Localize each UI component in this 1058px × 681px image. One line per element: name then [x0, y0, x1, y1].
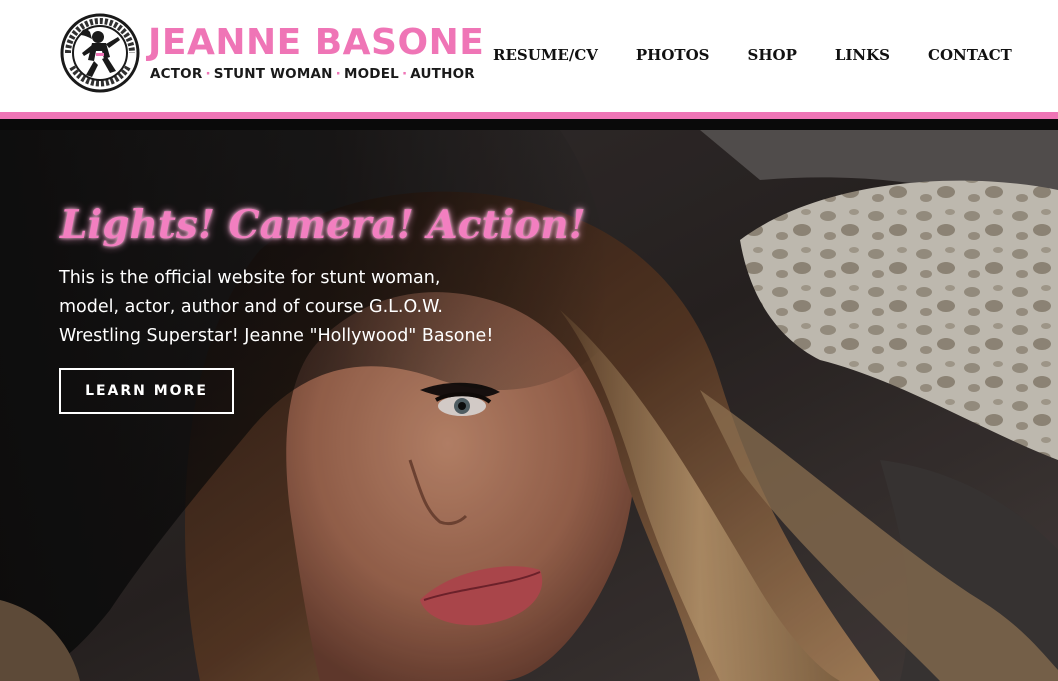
hero-description: This is the official website for stunt w… [59, 268, 494, 346]
header-divider-dark [0, 119, 1058, 130]
tagline-actor: ACTOR [150, 66, 203, 82]
tagline-separator: · [335, 66, 341, 82]
hero-banner: Lights! Camera! Action! This is the offi… [0, 130, 1058, 681]
learn-more-button[interactable]: LEARN MORE [59, 368, 234, 414]
nav-item-resume[interactable]: RESUME/CV [493, 44, 598, 66]
nav-item-contact[interactable]: CONTACT [928, 44, 1012, 66]
tagline-separator: · [205, 66, 211, 82]
nav-item-links[interactable]: LINKS [835, 44, 890, 66]
tagline-stunt-woman: STUNT WOMAN [213, 66, 333, 82]
hero-heading: Lights! Camera! Action! [60, 202, 586, 248]
logo-emblem-icon [60, 13, 140, 93]
logo-tagline: ACTOR · STUNT WOMAN · MODEL · AUTHOR [150, 66, 475, 82]
nav-item-shop[interactable]: SHOP [748, 44, 797, 66]
header-divider-pink [0, 112, 1058, 119]
nav-item-photos[interactable]: PHOTOS [636, 44, 710, 66]
tagline-author: AUTHOR [410, 66, 475, 82]
site-logo[interactable]: JEANNE BASONE ACTOR · STUNT WOMAN · MODEL · AU… [60, 13, 484, 95]
logo-name: JEANNE BASONE [148, 22, 485, 63]
tagline-model: MODEL [343, 66, 399, 82]
site-header: JEANNE BASONE ACTOR · STUNT WOMAN · MODEL · AU… [0, 0, 1058, 112]
tagline-separator: · [401, 66, 408, 82]
main-nav: RESUME/CV PHOTOS SHOP LINKS CONTACT [493, 44, 1012, 66]
